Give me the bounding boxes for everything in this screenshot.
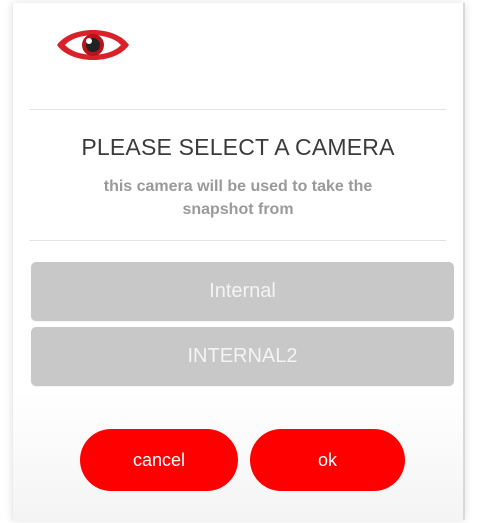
content-divider (29, 240, 446, 241)
camera-option-internal2[interactable]: INTERNAL2 (31, 327, 454, 386)
dialog-subtitle: this camera will be used to take the sna… (103, 178, 373, 218)
ok-button[interactable]: ok (250, 429, 405, 491)
camera-option-internal[interactable]: Internal (31, 262, 454, 321)
cancel-button[interactable]: cancel (80, 429, 238, 491)
camera-select-dialog: PLEASE SELECT A CAMERA this camera will … (12, 3, 465, 520)
eye-icon (55, 23, 131, 67)
header-divider (29, 109, 446, 110)
dialog-title: PLEASE SELECT A CAMERA (81, 134, 395, 160)
screen: PLEASE SELECT A CAMERA this camera will … (0, 0, 478, 523)
